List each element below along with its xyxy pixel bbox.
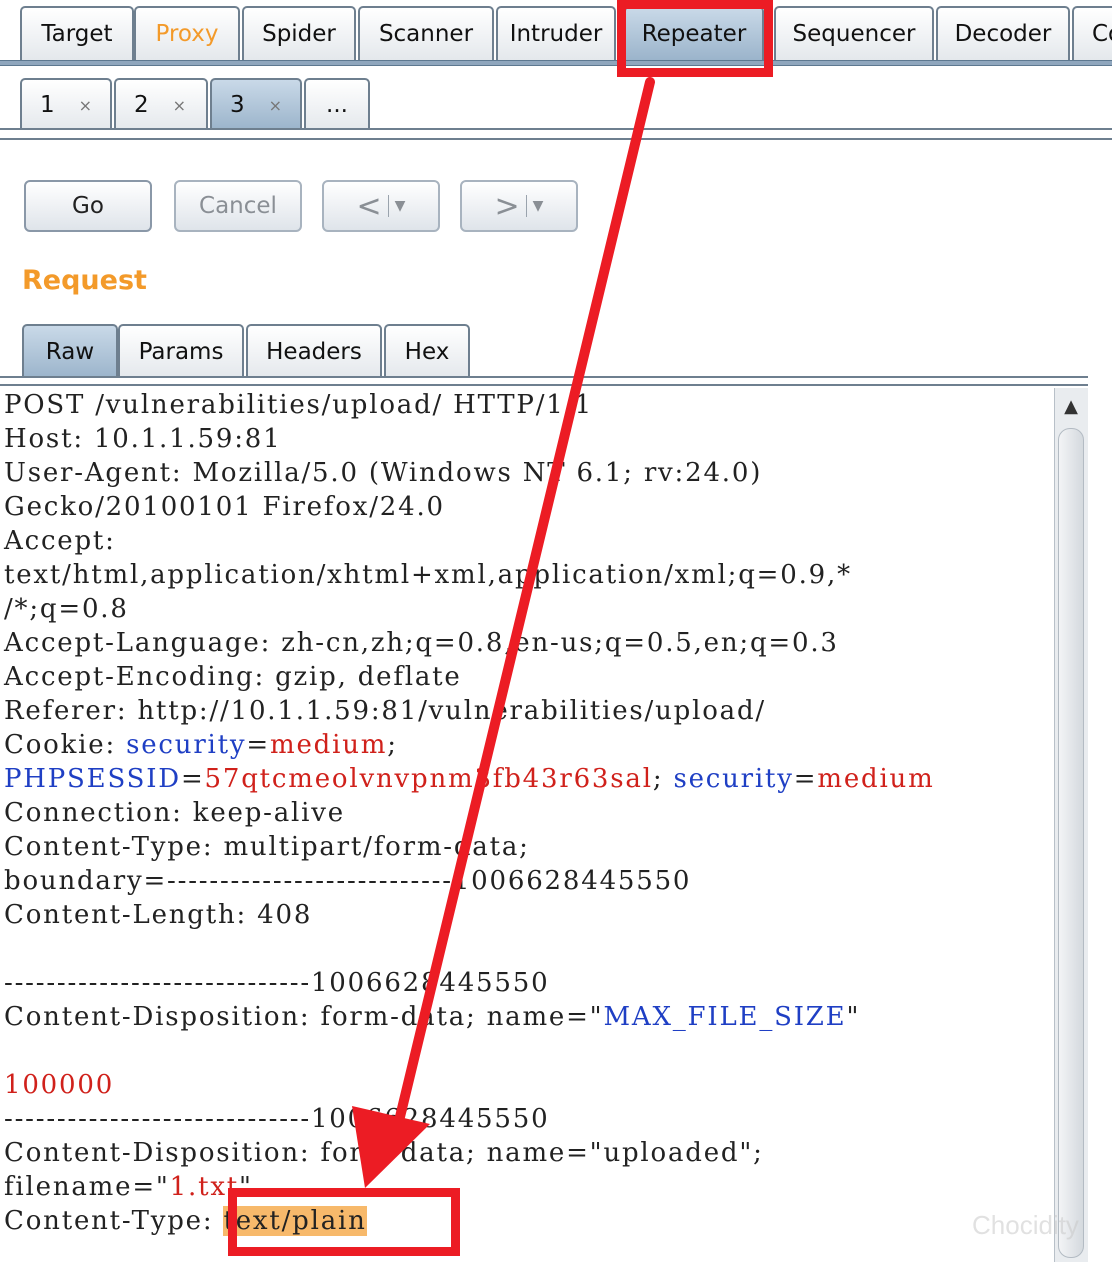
request-line: Content-Disposition: form-data; name="up… <box>4 1138 764 1168</box>
forward-button[interactable]: > ▼ <box>460 180 578 232</box>
repeater-tab-3[interactable]: 3 × <box>210 78 302 130</box>
repeater-tab-label: 2 <box>134 92 149 118</box>
raw-request-editor[interactable]: POST /vulnerabilities/upload/ HTTP/1.1 H… <box>0 388 1054 1262</box>
button-separator <box>525 195 527 217</box>
cookie-param-value: medium <box>270 730 388 760</box>
request-line-prefix: Content-Type: <box>4 1206 224 1236</box>
request-line: Accept: <box>4 526 116 556</box>
cancel-button[interactable]: Cancel <box>174 180 302 232</box>
request-title: Request <box>22 265 147 296</box>
chevron-left-icon: < <box>356 188 382 224</box>
request-line: -----------------------------10066284455… <box>4 968 550 998</box>
tab-target[interactable]: Target <box>20 6 134 60</box>
request-line: /*;q=0.8 <box>4 594 129 624</box>
request-line: text/html,application/xhtml+xml,applicat… <box>4 560 852 590</box>
tab-proxy[interactable]: Proxy <box>134 6 240 60</box>
request-line: Content-Length: 408 <box>4 900 313 930</box>
content-type-highlight-box <box>228 1188 460 1256</box>
repeater-tab-2[interactable]: 2 × <box>114 78 208 130</box>
tab-sequencer[interactable]: Sequencer <box>774 6 934 60</box>
request-line: User-Agent: Mozilla/5.0 (Windows NT 6.1;… <box>4 458 763 488</box>
button-separator <box>387 195 389 217</box>
back-button[interactable]: < ▼ <box>322 180 440 232</box>
request-line: Host: 10.1.1.59:81 <box>4 424 282 454</box>
cookie-param-value: medium <box>817 764 935 794</box>
form-field-name: MAX_FILE_SIZE <box>603 1002 847 1032</box>
request-line-prefix: Content-Disposition: form-data; name=" <box>4 1002 604 1032</box>
separator: ; <box>652 764 674 794</box>
max-file-size-line: Content-Disposition: form-data; name="MA… <box>0 1000 1054 1034</box>
cookie-param-value: 57qtcmeolvnvpnm3fb43r63sal <box>204 764 653 794</box>
tab-comparer[interactable]: Co <box>1072 6 1112 60</box>
equals-sign: = <box>793 764 818 794</box>
chevron-down-icon[interactable]: ▼ <box>395 198 406 214</box>
filename-line: filename="1.txt" <box>0 1170 1054 1204</box>
request-line: Content-Type: multipart/form-data; <box>4 832 530 862</box>
watermark: Chocidity <box>972 1210 1079 1240</box>
request-line-prefix: filename=" <box>4 1172 170 1202</box>
request-line-prefix: Cookie: <box>4 730 127 760</box>
content-type-line: Content-Type: text/plain <box>0 1204 1054 1238</box>
cookie-param-name: security <box>673 764 794 794</box>
vertical-scrollbar[interactable]: ▲ <box>1054 388 1088 1262</box>
request-line: Accept-Encoding: gzip, deflate <box>4 662 462 692</box>
scroll-up-arrow-icon[interactable]: ▲ <box>1059 392 1083 420</box>
equals-sign: = <box>246 730 271 760</box>
tab-raw[interactable]: Raw <box>22 324 118 378</box>
main-tab-divider <box>0 60 1112 66</box>
repeater-tab-new[interactable]: ... <box>304 78 370 130</box>
cookie-line: Cookie: security=medium; <box>0 728 1054 762</box>
tab-decoder[interactable]: Decoder <box>936 6 1070 60</box>
close-icon[interactable]: × <box>269 96 282 115</box>
quote: " <box>846 1002 861 1032</box>
close-icon[interactable]: × <box>79 96 92 115</box>
repeater-tab-divider <box>0 128 1112 140</box>
main-tab-bar: Target Proxy Spider Scanner Intruder Rep… <box>0 0 1112 72</box>
go-button[interactable]: Go <box>24 180 152 232</box>
tab-hex[interactable]: Hex <box>384 324 470 378</box>
close-icon[interactable]: × <box>173 96 186 115</box>
cookie-param-name: security <box>126 730 247 760</box>
request-line: Gecko/20100101 Firefox/24.0 <box>4 492 445 522</box>
repeater-tab-label: 1 <box>40 92 55 118</box>
form-field-value: 100000 <box>4 1070 115 1100</box>
tab-params[interactable]: Params <box>118 324 244 378</box>
repeater-tab-1[interactable]: 1 × <box>20 78 112 130</box>
tab-scanner[interactable]: Scanner <box>358 6 494 60</box>
request-line: -----------------------------10066284455… <box>4 1104 550 1134</box>
repeater-tab-label: 3 <box>230 92 245 118</box>
request-line: Referer: http://10.1.1.59:81/vulnerabili… <box>4 696 766 726</box>
request-line: POST /vulnerabilities/upload/ HTTP/1.1 <box>4 390 594 420</box>
chevron-right-icon: > <box>494 188 520 224</box>
repeater-highlight-box <box>617 0 773 77</box>
request-line: Connection: keep-alive <box>4 798 345 828</box>
request-line: Accept-Language: zh-cn,zh;q=0.8,en-us;q=… <box>4 628 839 658</box>
request-line: boundary=---------------------------1006… <box>4 866 692 896</box>
request-tab-divider <box>0 376 1088 386</box>
chevron-down-icon[interactable]: ▼ <box>533 198 544 214</box>
separator: ; <box>387 730 398 760</box>
tab-headers[interactable]: Headers <box>246 324 382 378</box>
equals-sign: = <box>180 764 205 794</box>
tab-intruder[interactable]: Intruder <box>496 6 616 60</box>
scroll-thumb[interactable] <box>1058 428 1084 1258</box>
cookie-param-name: PHPSESSID <box>4 764 181 794</box>
cookie-continuation-line: PHPSESSID=57qtcmeolvnvpnm3fb43r63sal; se… <box>0 762 1054 796</box>
tab-spider[interactable]: Spider <box>242 6 356 60</box>
